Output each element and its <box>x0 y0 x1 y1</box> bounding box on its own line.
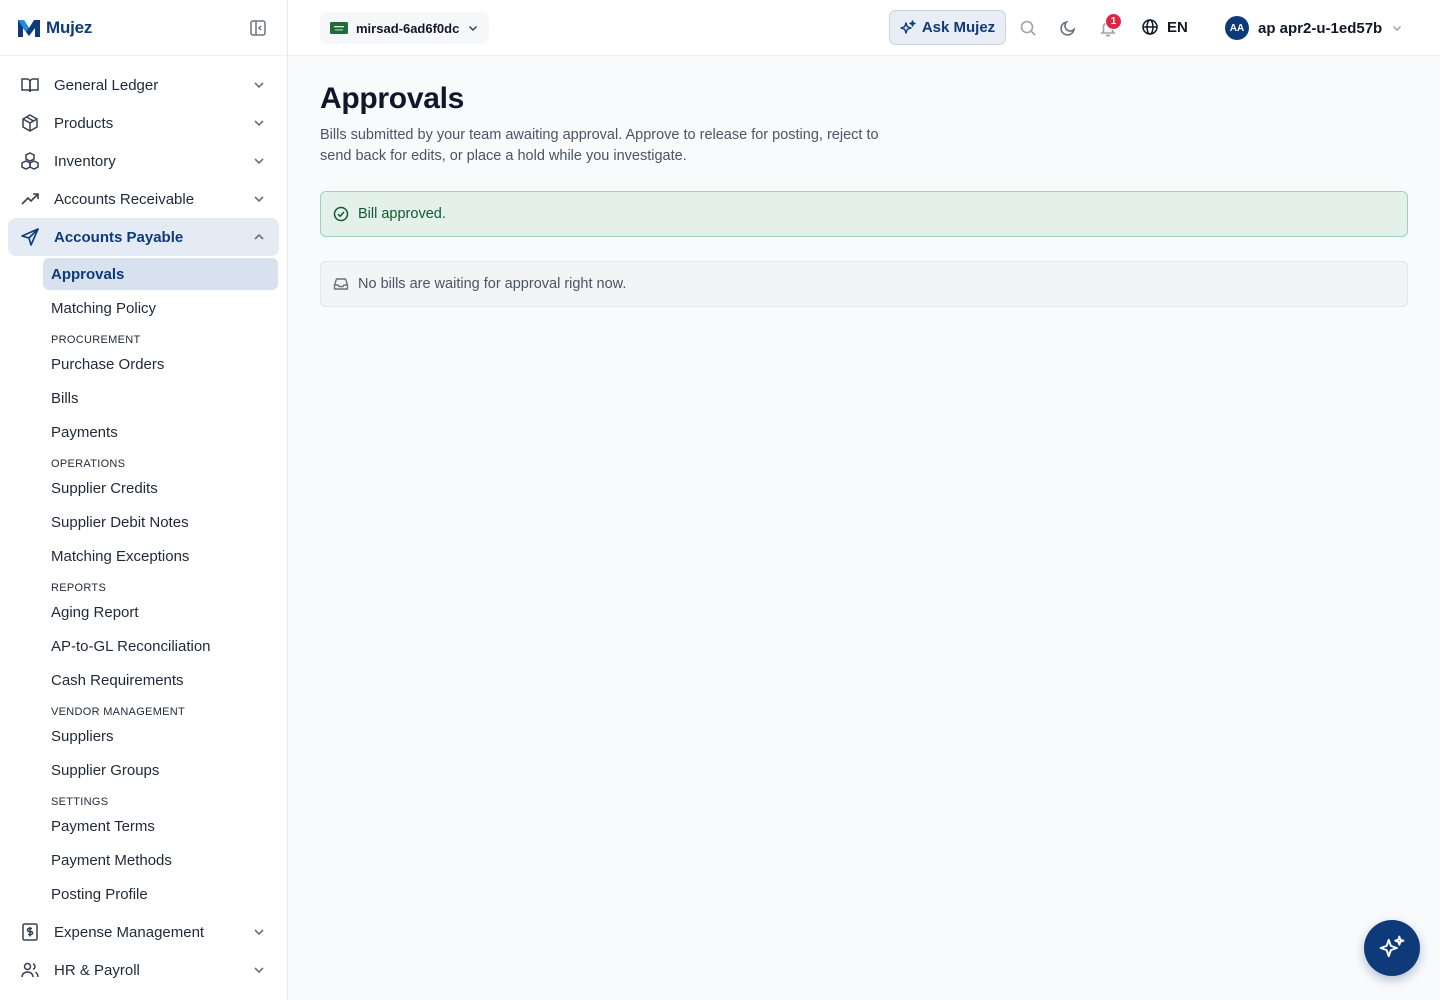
sidebar-item-supplier-groups[interactable]: Supplier Groups <box>43 754 278 786</box>
chevron-down-icon <box>254 120 264 127</box>
main-content: Approvals Bills submitted by your team a… <box>320 80 1408 307</box>
sidebar-item-accounts-receivable[interactable]: Accounts Receivable <box>8 180 279 218</box>
globe-icon <box>1142 19 1158 35</box>
page-description: Bills submitted by your team awaiting ap… <box>320 127 879 164</box>
sidebar-item-bills[interactable]: Bills <box>43 382 278 414</box>
chevron-up-icon <box>254 233 264 240</box>
sidebar-item-purchase-orders[interactable]: Purchase Orders <box>43 348 278 380</box>
sidebar-item-payment-terms[interactable]: Payment Terms <box>43 810 278 842</box>
users-icon <box>20 960 40 980</box>
sidebar-item-label: Inventory <box>54 152 116 170</box>
sidebar: Mujez General Ledger Products Inventory <box>0 0 288 1000</box>
chevron-down-icon <box>254 929 264 936</box>
success-alert: Bill approved. <box>320 191 1408 237</box>
notification-badge: 1 <box>1105 13 1122 30</box>
alert-message: Bill approved. <box>358 206 446 222</box>
empty-state: No bills are waiting for approval right … <box>320 261 1408 307</box>
organization-switcher[interactable]: mirsad-6ad6f0dc <box>320 12 490 44</box>
mujez-logo-icon <box>18 19 40 37</box>
sparkles-icon <box>900 19 916 34</box>
section-label-vendor-management: VENDOR MANAGEMENT <box>51 706 186 718</box>
organization-name: mirsad-6ad6f0dc <box>356 20 460 36</box>
sidebar-item-inventory[interactable]: Inventory <box>8 142 279 180</box>
sidebar-item-products[interactable]: Products <box>8 104 279 142</box>
sidebar-item-suppliers[interactable]: Suppliers <box>43 720 278 752</box>
sidebar-item-supplier-credits[interactable]: Supplier Credits <box>43 472 278 504</box>
search-icon[interactable] <box>1019 19 1037 37</box>
sidebar-item-label: General Ledger <box>54 76 159 94</box>
sidebar-item-posting-profile[interactable]: Posting Profile <box>43 878 278 910</box>
brand-logo[interactable]: Mujez <box>16 17 92 39</box>
user-name: ap apr2-u-1ed57b <box>1258 19 1383 37</box>
sidebar-item-payment-methods[interactable]: Payment Methods <box>43 844 278 876</box>
language-switcher[interactable]: EN <box>1141 18 1188 36</box>
package-icon <box>20 113 40 133</box>
chevron-down-icon <box>254 196 264 203</box>
user-menu[interactable]: AA ap apr2-u-1ed57b <box>1225 16 1403 40</box>
sidebar-item-expense-management[interactable]: Expense Management <box>8 913 279 951</box>
saudi-flag-icon <box>330 22 348 34</box>
empty-state-message: No bills are waiting for approval right … <box>358 276 627 292</box>
sidebar-item-cash-requirements[interactable]: Cash Requirements <box>43 664 278 696</box>
boxes-icon <box>20 151 40 171</box>
sidebar-item-ap-gl-reconciliation[interactable]: AP-to-GL Reconciliation <box>43 630 278 662</box>
sidebar-item-general-ledger[interactable]: General Ledger <box>8 66 279 104</box>
sidebar-item-hr-payroll[interactable]: HR & Payroll <box>8 951 279 989</box>
section-label-procurement: PROCUREMENT <box>51 334 141 346</box>
check-circle-icon <box>333 206 349 222</box>
accounts-payable-submenu: Approvals Matching Policy PROCUREMENT Pu… <box>0 258 287 910</box>
sidebar-item-approvals[interactable]: Approvals <box>43 258 278 290</box>
ask-mujez-button[interactable]: Ask Mujez <box>889 10 1006 45</box>
sparkles-icon <box>1379 935 1405 958</box>
chevron-down-icon <box>254 82 264 89</box>
section-label-settings: SETTINGS <box>51 796 109 808</box>
trending-up-icon <box>20 189 40 209</box>
sidebar-item-accounts-payable[interactable]: Accounts Payable <box>8 218 279 256</box>
section-label-operations: OPERATIONS <box>51 458 126 470</box>
sidebar-item-aging-report[interactable]: Aging Report <box>43 596 278 628</box>
sidebar-collapse-icon[interactable] <box>249 19 267 37</box>
receipt-dollar-icon <box>20 922 40 942</box>
ask-mujez-label: Ask Mujez <box>921 19 996 36</box>
topbar: mirsad-6ad6f0dc Ask Mujez 1 EN AA ap apr… <box>288 0 1440 56</box>
page-title: Approvals <box>320 82 465 115</box>
sidebar-item-label: Accounts Payable <box>54 228 184 246</box>
chevron-down-icon <box>254 158 264 165</box>
section-label-reports: REPORTS <box>51 582 107 594</box>
send-icon <box>20 227 40 247</box>
chevron-down-icon <box>254 967 264 974</box>
sidebar-item-label: Accounts Receivable <box>54 190 195 208</box>
sidebar-item-label: Products <box>54 114 114 132</box>
language-label: EN <box>1167 18 1188 36</box>
dark-mode-moon-icon[interactable] <box>1059 19 1077 37</box>
chevron-down-icon <box>469 25 478 32</box>
inbox-icon <box>333 278 349 290</box>
avatar: AA <box>1225 16 1249 40</box>
sidebar-nav: General Ledger Products Inventory Accoun… <box>0 56 287 989</box>
ai-assistant-fab-button[interactable] <box>1364 920 1420 976</box>
sidebar-item-matching-policy[interactable]: Matching Policy <box>43 292 278 324</box>
chevron-down-icon <box>1393 25 1402 32</box>
sidebar-item-matching-exceptions[interactable]: Matching Exceptions <box>43 540 278 572</box>
sidebar-item-label: HR & Payroll <box>54 961 140 979</box>
brand-name: Mujez <box>46 17 93 37</box>
sidebar-item-supplier-debit-notes[interactable]: Supplier Debit Notes <box>43 506 278 538</box>
sidebar-item-payments[interactable]: Payments <box>43 416 278 448</box>
sidebar-item-label: Expense Management <box>54 923 205 941</box>
book-open-icon <box>20 75 40 95</box>
brand-header: Mujez <box>0 0 287 56</box>
